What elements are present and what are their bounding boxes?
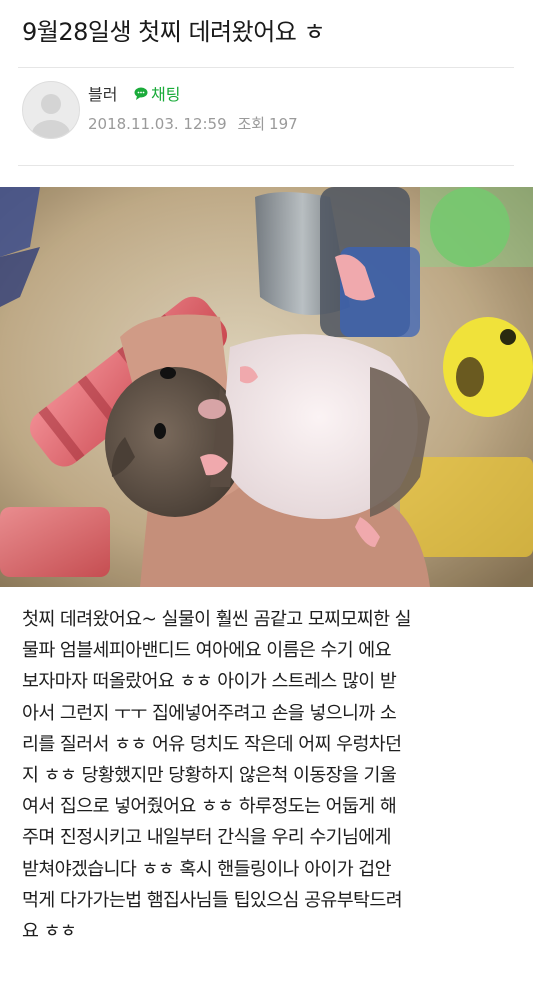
header-divider xyxy=(18,165,514,166)
body-line: 물파 엄블세피아밴디드 여아에요 이름은 수기 에요 xyxy=(22,640,392,662)
body-line: 먹게 다가가는법 햄집사님들 팁있으심 공유부탁드려 xyxy=(22,889,403,911)
body-line: 아서 그런지 ㅜㅜ 집에넣어주려고 손을 넣으니까 소 xyxy=(22,702,397,724)
title-divider xyxy=(18,67,514,68)
body-line: 첫찌 데려왔어요~ 실물이 훨씬 곰같고 모찌모찌한 실 xyxy=(22,609,412,630)
body-line: 여서 집으로 넣어줬어요 ㅎㅎ 하루정도는 어둡게 해 xyxy=(22,796,397,818)
body-line: 요 ㅎㅎ xyxy=(22,921,77,943)
chat-bubble-icon xyxy=(134,84,148,106)
body-line: 보자마자 떠올랐어요 ㅎㅎ 아이가 스트레스 많이 받 xyxy=(22,671,397,693)
default-user-avatar-icon[interactable] xyxy=(22,81,80,139)
post-body: 첫찌 데려왔어요~ 실물이 훨씬 곰같고 모찌모찌한 실물파 엄블세피아밴디드 … xyxy=(22,604,514,947)
body-line: 주며 진정시키고 내일부터 간식을 우리 수기님에게 xyxy=(22,827,392,849)
body-line: 리를 질러서 ㅎㅎ 어유 덩치도 작은데 어찌 우렁차던 xyxy=(22,733,402,755)
hamster-photo[interactable] xyxy=(0,187,533,587)
views-count: 197 xyxy=(269,115,298,133)
views-label: 조회 xyxy=(237,115,266,133)
author-name[interactable]: 블러 xyxy=(88,84,117,106)
post-title: 9월28일생 첫찌 데려왔어요 ㅎ xyxy=(22,18,326,46)
post-date: 2018.11.03. 12:59 xyxy=(88,115,227,133)
post-meta: 2018.11.03. 12:59 조회 197 xyxy=(88,114,304,134)
chat-link[interactable]: 채팅 xyxy=(134,84,180,106)
body-line: 지 ㅎㅎ 당황했지만 당황하지 않은척 이동장을 기울 xyxy=(22,765,397,787)
chat-link-label: 채팅 xyxy=(151,85,181,104)
body-line: 받쳐야겠습니다 ㅎㅎ 혹시 핸들링이나 아이가 겁안 xyxy=(22,858,392,880)
